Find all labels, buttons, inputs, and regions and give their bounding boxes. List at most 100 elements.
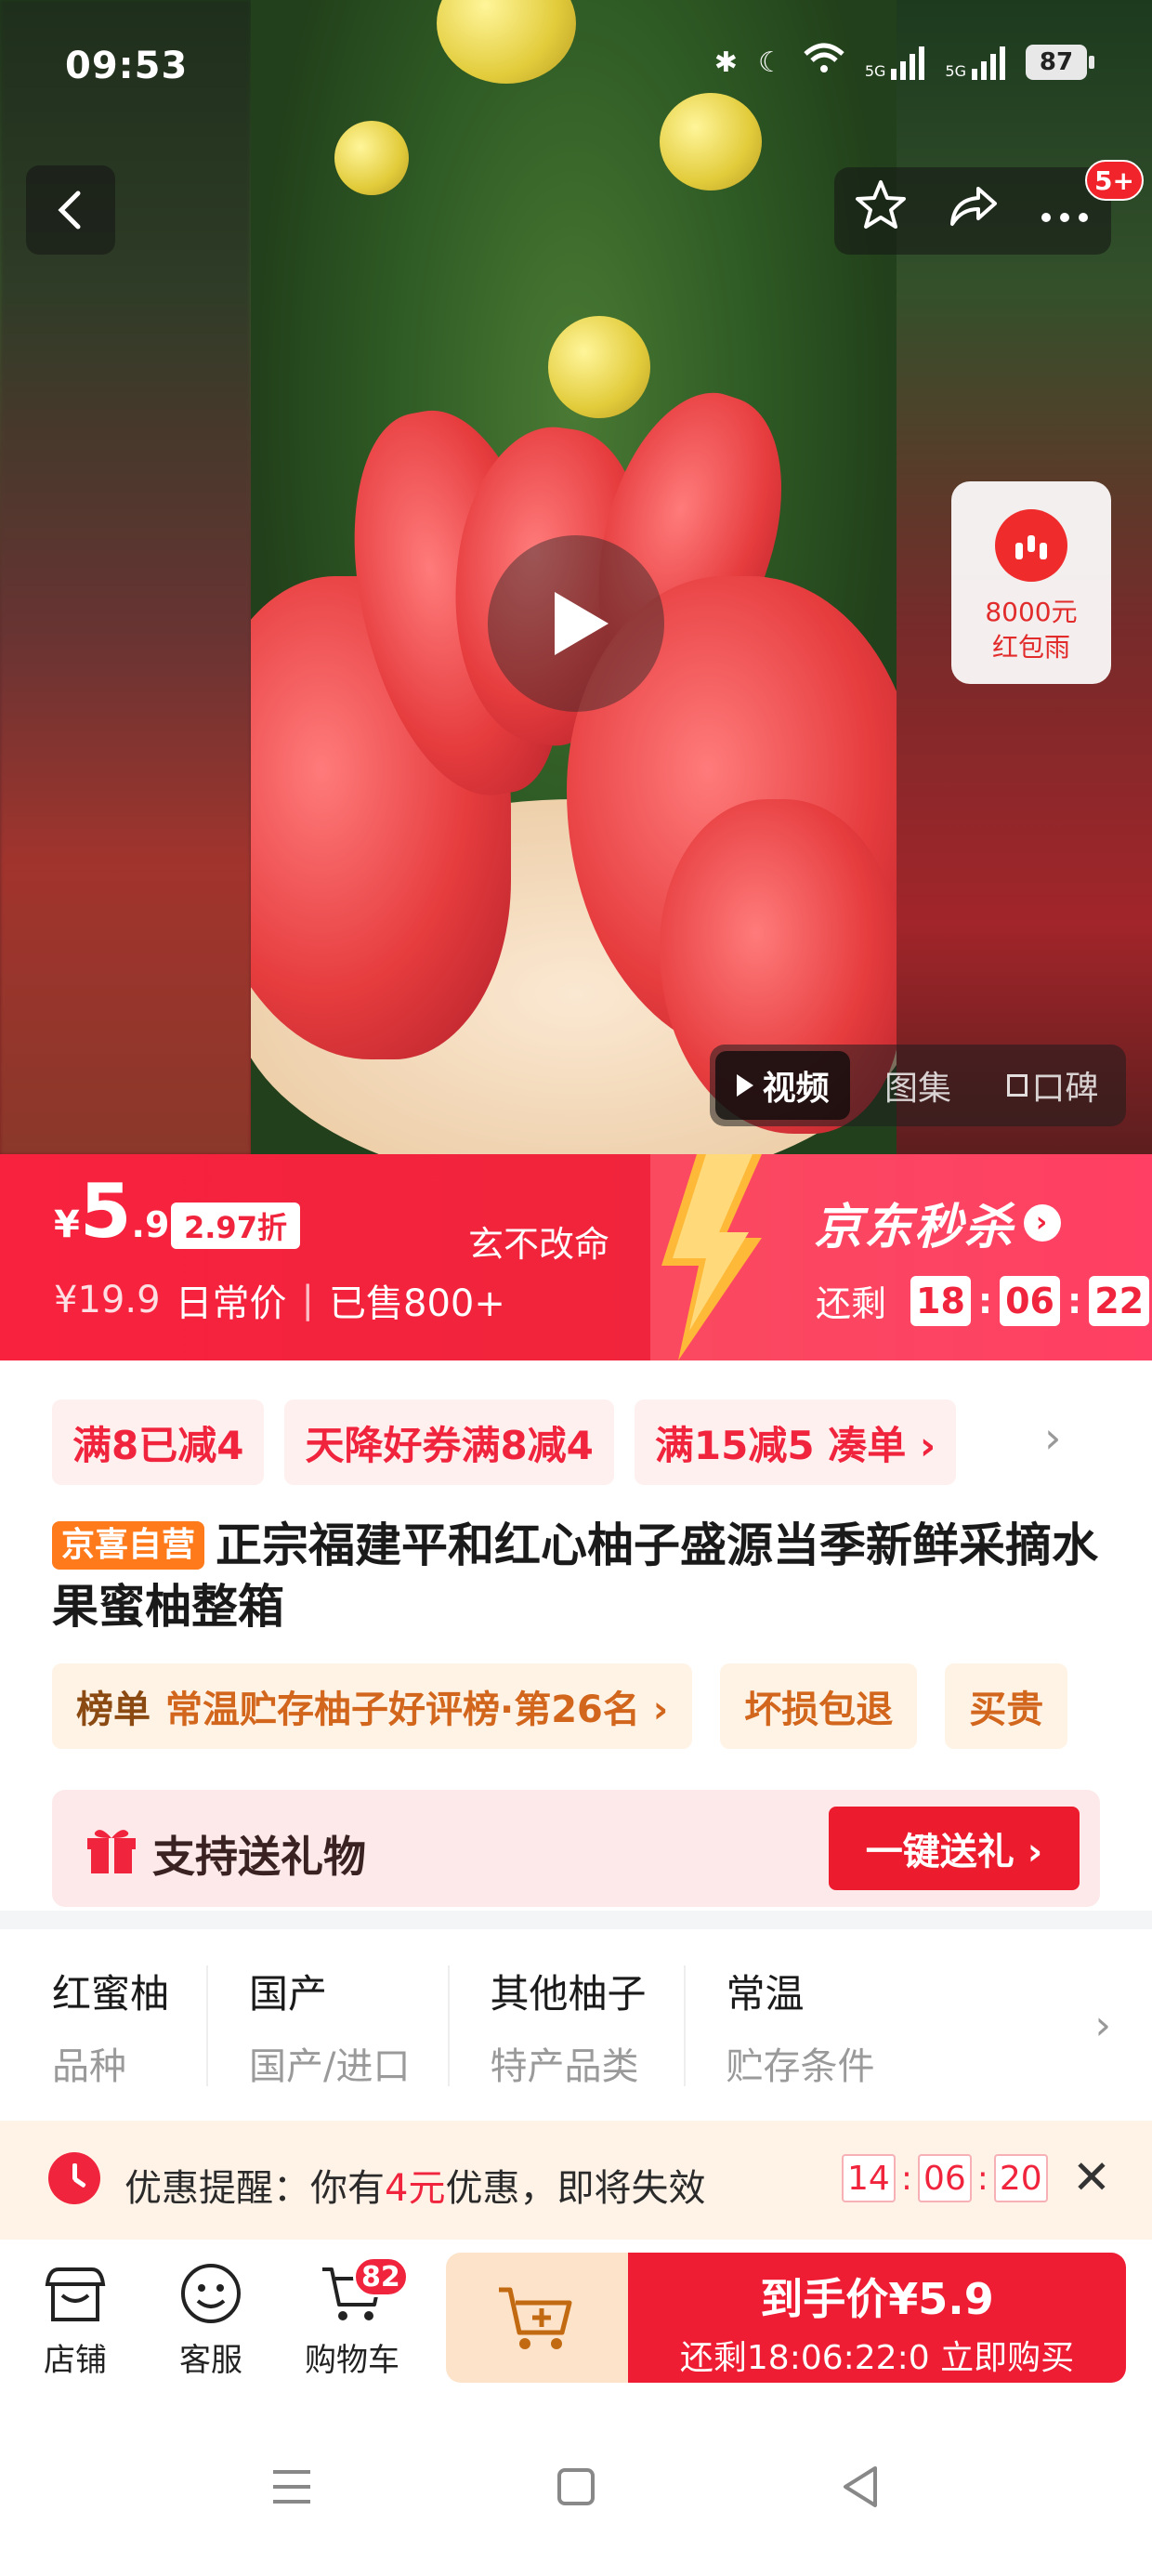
coupon-item[interactable]: 天降好券满8减4 [284,1400,614,1485]
spec-item: 常温 贮存条件 [683,1965,912,2088]
signal-icon: 5G [945,45,1005,80]
shop-button[interactable]: 店铺 [15,2258,136,2380]
seckill-countdown: 还剩 18 : 06 : 22 [816,1275,1150,1326]
home-icon[interactable] [548,2459,604,2515]
chevron-right-icon: › [1024,1203,1062,1242]
message-badge: 5+ [1085,160,1144,201]
sold-count: 已售800+ [329,1282,505,1325]
red-packet-amount: 8000元 [985,597,1078,627]
star-icon [855,180,906,229]
spec-item: 国产 国产/进口 [206,1965,447,2088]
share-button[interactable] [945,177,1001,244]
spec-value: 其他柚子 [490,1970,647,2017]
countdown-seconds: 20 [993,2154,1048,2202]
countdown-hours: 18 [910,1275,971,1326]
discount-reminder: 优惠提醒：你有4元优惠，即将失效 14 : 06 : 20 ✕ [0,2121,1152,2240]
hero-media[interactable]: 09:53 ✱ ☾ 5G 5G 87 5+ 8000元 红包雨 视频 图集 口碑 [0,0,1152,1154]
square-icon [1007,1074,1028,1097]
red-packet-label: 红包雨 [991,632,1070,663]
media-tabs: 视频 图集 口碑 [710,1045,1126,1126]
tab-label: 图集 [884,1070,951,1108]
discount-tag: 2.97折 [171,1203,300,1249]
play-button[interactable] [488,535,664,712]
add-cart-icon [499,2287,572,2349]
red-packet-rain-entry[interactable]: 8000元 红包雨 [951,481,1111,684]
service-label: 客服 [179,2342,242,2379]
send-gift-button[interactable]: 一键送礼 › [829,1807,1080,1890]
spec-key: 贮存条件 [726,2044,875,2088]
status-time: 09:53 [65,45,189,87]
smile-icon [181,2264,241,2323]
signal-icon: 5G [865,45,925,80]
bottom-action-bar: 店铺 客服 购物车 82 到手价¥5.9 还剩18:06:22:0 立即购买 [0,2240,1152,2398]
chevron-left-icon [58,191,81,230]
back-icon[interactable] [832,2459,888,2515]
chevron-right-icon[interactable]: › [1094,2002,1111,2049]
more-button[interactable] [1037,184,1093,238]
clock-icon [48,2152,100,2204]
customer-service-button[interactable]: 客服 [151,2258,271,2380]
cart-label: 购物车 [305,2342,399,2379]
gift-icon [87,1830,136,1873]
add-to-cart-button[interactable] [446,2253,628,2383]
spec-key: 品种 [52,2044,126,2088]
tab-gallery[interactable]: 图集 [850,1051,985,1120]
reminder-amount: 4元 [385,2167,446,2210]
buy-countdown: 还剩18:06:22:0 立即购买 [679,2339,1075,2377]
lightning-icon [661,1154,762,1360]
gift-label: 支持送礼物 [152,1832,366,1882]
gift-row: 支持送礼物 一键送礼 › [52,1790,1100,1907]
status-icons: ✱ ☾ 5G 5G 87 [713,43,1094,82]
wifi-icon [804,43,844,82]
bluetooth-icon: ✱ [713,46,738,79]
seckill-title: 京东秒杀 [814,1200,1015,1255]
tab-label: 口碑 [1031,1070,1099,1108]
coupon-item[interactable]: 满15减5 凑单 › [634,1400,957,1485]
original-price-label: 日常价 [175,1282,287,1325]
price-subline: ¥19.9 日常价 | 已售800+ [54,1273,505,1327]
spec-key: 国产/进口 [249,2044,411,2088]
coupon-more-chevron-icon[interactable]: › [1044,1413,1061,1463]
buy-price: 到手价¥5.9 [760,2274,994,2324]
favorite-button[interactable] [853,177,909,244]
top-actions [834,167,1111,255]
ranking-badge[interactable]: 榜单 常温贮存柚子好评榜·第26名 › [52,1663,693,1749]
countdown-hours: 14 [842,2154,896,2202]
colon: : [976,2159,988,2198]
self-operated-tag: 京喜自营 [52,1521,205,1570]
tab-reviews[interactable]: 口碑 [986,1051,1120,1120]
menu-icon[interactable] [264,2459,320,2515]
original-price: ¥19.9 [54,1279,161,1321]
colon: : [900,2159,912,2198]
rank-head: 榜单 [76,1689,151,1731]
network-label: 5G [945,62,966,80]
pomelo-fruit [334,121,409,195]
product-title-text: 正宗福建平和红心柚子盛源当季新鲜采摘水果蜜柚整箱 [52,1518,1099,1634]
buy-now-button[interactable]: 到手价¥5.9 还剩18:06:22:0 立即购买 [628,2253,1126,2383]
seckill-link[interactable]: 京东秒杀 › [814,1188,1062,1257]
reminder-countdown: 14 : 06 : 20 [842,2154,1048,2202]
more-icon [1041,213,1089,222]
spec-value: 红蜜柚 [52,1970,170,2017]
system-nav-bar [0,2398,1152,2576]
spec-row[interactable]: 红蜜柚 品种 国产 国产/进口 其他柚子 特产品类 常温 贮存条件 [0,1933,1152,2119]
pomelo-fruit [548,316,650,418]
network-label: 5G [864,62,886,80]
colon: : [1067,1280,1082,1321]
reminder-prefix: 优惠提醒：你有 [124,2167,385,2210]
tab-video[interactable]: 视频 [715,1051,851,1120]
reminder-suffix: 优惠，即将失效 [445,2167,706,2210]
section-divider [0,1911,1152,1929]
back-button[interactable] [26,165,115,255]
slogan-text: 玄不改命 [468,1224,610,1265]
rank-row: 榜单 常温贮存柚子好评榜·第26名 › 坏损包退 买贵 [52,1663,1152,1749]
service-badge[interactable]: 坏损包退 [720,1663,918,1749]
coupon-item[interactable]: 满8已减4 [52,1400,265,1485]
service-badge[interactable]: 买贵 [945,1663,1068,1749]
price-currency: ¥ [54,1203,80,1246]
close-icon[interactable]: ✕ [1072,2154,1111,2201]
shop-label: 店铺 [44,2342,107,2379]
coupon-row: 满8已减4 天降好券满8减4 满15减5 凑单 › [52,1400,1152,1485]
red-packet-icon [995,509,1067,582]
spec-item: 其他柚子 特产品类 [447,1965,684,2088]
